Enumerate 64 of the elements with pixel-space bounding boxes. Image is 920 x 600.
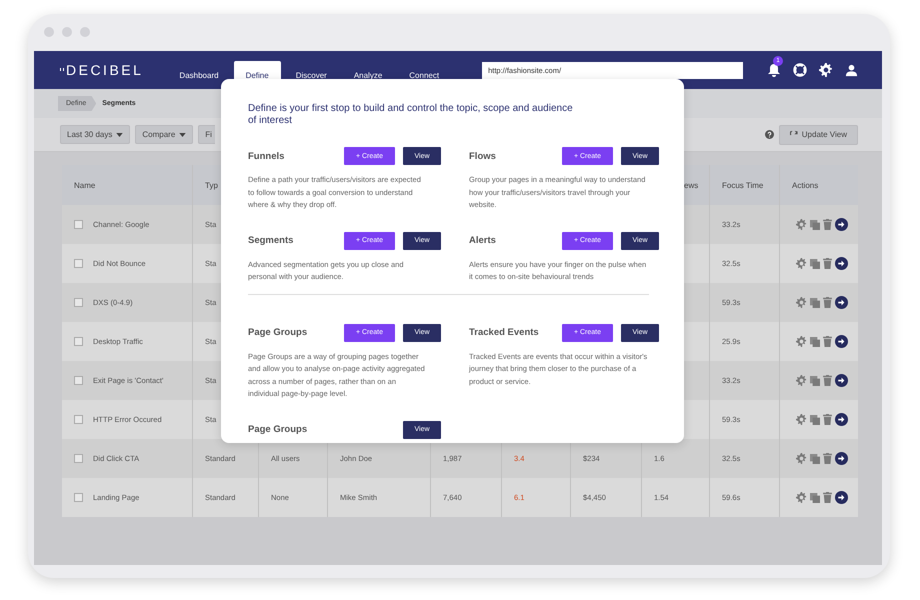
section-title: Page Groups bbox=[248, 327, 308, 338]
section-title: Flows bbox=[469, 150, 497, 162]
checkbox[interactable] bbox=[74, 493, 83, 502]
trash-icon[interactable] bbox=[823, 336, 832, 347]
nav-tab[interactable]: Dashboard bbox=[167, 61, 231, 89]
copy-icon[interactable] bbox=[810, 220, 820, 230]
copy-icon[interactable] bbox=[810, 414, 820, 424]
trash-icon[interactable] bbox=[823, 258, 832, 269]
checkbox[interactable] bbox=[74, 220, 83, 229]
bell-icon[interactable] bbox=[767, 63, 782, 77]
caret-icon bbox=[116, 132, 124, 136]
nav-tab[interactable]: Connect bbox=[397, 61, 452, 89]
caret-icon bbox=[179, 132, 186, 136]
section-title: Segments bbox=[248, 235, 294, 246]
column-header: ews bbox=[684, 180, 698, 190]
logo: DECIBEL bbox=[66, 62, 144, 78]
trash-icon[interactable] bbox=[823, 219, 832, 230]
section-title: Page Groups bbox=[248, 424, 308, 435]
filter-dropdown[interactable]: Fi bbox=[198, 125, 216, 144]
update-view-button[interactable]: Update View bbox=[778, 124, 858, 144]
column-header: Typ bbox=[205, 180, 218, 190]
trash-icon[interactable] bbox=[823, 297, 832, 308]
arrow-right-icon[interactable] bbox=[835, 452, 848, 465]
section-title: Alerts bbox=[469, 235, 497, 246]
arrow-right-icon[interactable] bbox=[835, 218, 848, 231]
copy-icon[interactable] bbox=[810, 492, 820, 502]
column-header: Focus Time bbox=[722, 180, 764, 190]
logo-mark-icon bbox=[60, 68, 65, 72]
nav-tab[interactable]: Discover bbox=[284, 61, 339, 89]
trash-icon[interactable] bbox=[823, 375, 832, 386]
arrow-right-icon[interactable] bbox=[835, 374, 848, 387]
column-header: Name bbox=[74, 180, 96, 190]
filter-dropdown[interactable]: Compare bbox=[135, 125, 194, 144]
checkbox[interactable] bbox=[74, 454, 83, 463]
copy-icon[interactable] bbox=[810, 258, 820, 268]
copy-icon[interactable] bbox=[810, 336, 820, 346]
user-icon[interactable] bbox=[845, 64, 858, 76]
section-title: Tracked Events bbox=[469, 327, 540, 338]
arrow-right-icon[interactable] bbox=[835, 257, 848, 270]
trash-icon[interactable] bbox=[823, 453, 832, 464]
trash-icon[interactable] bbox=[823, 492, 832, 503]
checkbox[interactable] bbox=[74, 376, 83, 385]
lifebuoy-icon[interactable] bbox=[793, 63, 808, 77]
arrow-right-icon[interactable] bbox=[835, 335, 848, 348]
arrow-right-icon[interactable] bbox=[835, 491, 848, 504]
settings-icon[interactable] bbox=[819, 63, 834, 77]
checkbox[interactable] bbox=[74, 415, 83, 424]
intro-text: Define is your first stop to build and control the topic, scope and audience of interest bbox=[248, 103, 574, 127]
filter-dropdown[interactable]: Last 30 days bbox=[60, 125, 130, 144]
refresh-icon bbox=[790, 130, 798, 138]
arrow-right-icon[interactable] bbox=[835, 413, 848, 426]
arrow-right-icon[interactable] bbox=[835, 296, 848, 309]
copy-icon[interactable] bbox=[810, 454, 820, 464]
checkbox[interactable] bbox=[74, 259, 83, 268]
copy-icon[interactable] bbox=[810, 376, 820, 386]
checkbox[interactable] bbox=[74, 337, 83, 346]
column-header: Actions bbox=[792, 180, 818, 190]
trash-icon[interactable] bbox=[823, 414, 832, 425]
help-icon bbox=[764, 130, 774, 139]
copy-icon[interactable] bbox=[810, 298, 820, 308]
checkbox[interactable] bbox=[74, 298, 83, 307]
nav-tab[interactable]: Analyze bbox=[342, 61, 394, 89]
section-title: Funnels bbox=[248, 150, 286, 162]
window-dots-icon bbox=[44, 27, 90, 37]
